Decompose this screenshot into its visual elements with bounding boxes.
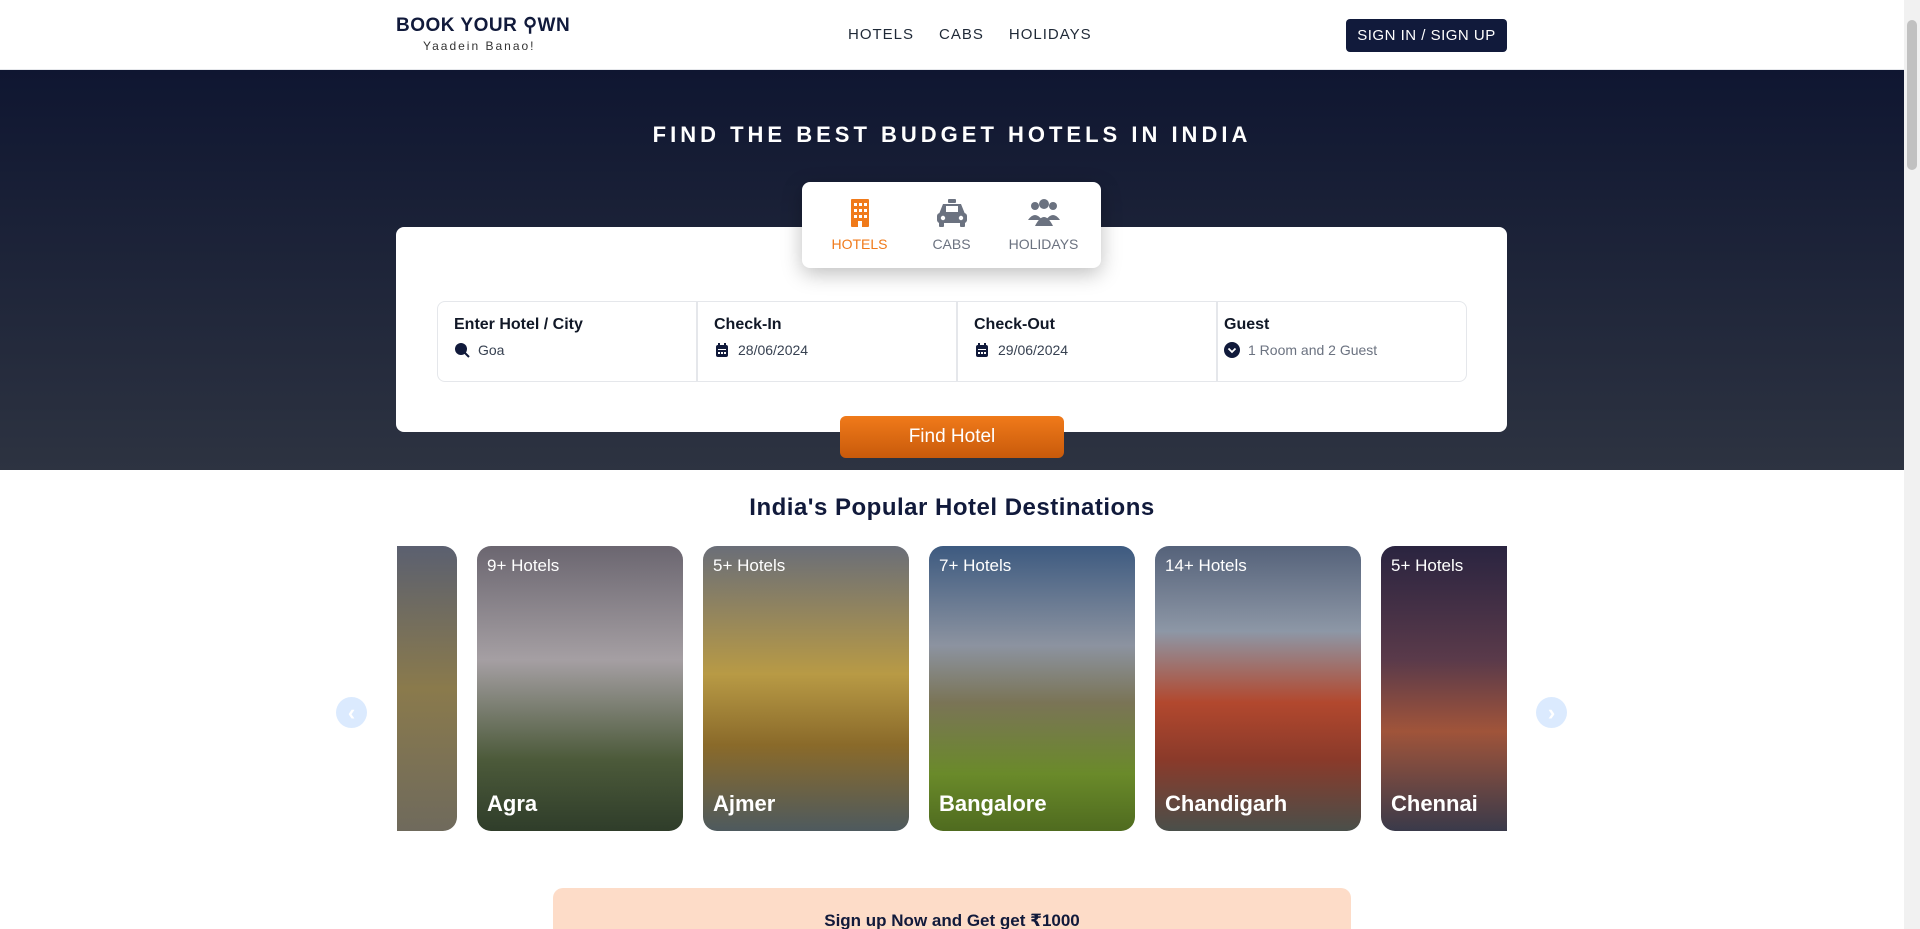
destination-name: Ajmer <box>713 791 776 816</box>
destination-count: 14+ Hotels <box>1165 556 1247 575</box>
destinations-carousel: 9+ Hotels Agra 5+ Hotels Ajmer 7+ Hotels… <box>397 546 1507 831</box>
location-field[interactable]: Enter Hotel / City Goa <box>438 302 698 381</box>
promo-text: Sign up Now and Get get ₹1000 <box>824 911 1080 929</box>
destination-card-ajmer[interactable]: 5+ Hotels Ajmer <box>703 546 909 831</box>
page-scrollbar[interactable] <box>1904 0 1920 929</box>
destination-card-chennai[interactable]: 5+ Hotels Chennai <box>1381 546 1507 831</box>
destination-count: 9+ Hotels <box>487 556 560 575</box>
destination-card-partial[interactable] <box>397 546 457 831</box>
search-icon <box>455 343 470 358</box>
tab-holidays[interactable]: HOLIDAYS <box>1009 196 1079 268</box>
location-value: Goa <box>478 342 505 358</box>
checkout-label: Check-Out <box>974 316 1055 333</box>
destination-name: Chandigarh <box>1165 791 1288 816</box>
destination-card-bangalore[interactable]: 7+ Hotels Bangalore <box>929 546 1135 831</box>
main-nav: HOTELS CABS HOLIDAYS <box>848 26 1092 43</box>
destination-count: 7+ Hotels <box>939 556 1012 575</box>
destination-card-agra[interactable]: 9+ Hotels Agra <box>477 546 683 831</box>
destination-name: Agra <box>487 791 538 816</box>
checkin-field[interactable]: Check-In 28/06/2024 <box>698 302 958 381</box>
location-label: Enter Hotel / City <box>454 316 583 333</box>
destination-count: 5+ Hotels <box>713 556 786 575</box>
destination-name: Bangalore <box>939 791 1047 816</box>
calendar-icon <box>716 343 728 357</box>
guest-value-row: 1 Room and 2 Guest <box>1224 342 1450 358</box>
tab-holidays-label: HOLIDAYS <box>1008 236 1079 252</box>
scrollbar-thumb[interactable] <box>1907 20 1917 170</box>
building-icon <box>850 199 869 227</box>
sign-in-button[interactable]: SIGN IN / SIGN UP <box>1346 19 1507 52</box>
tab-cabs[interactable]: CABS <box>917 196 987 268</box>
checkin-value: 28/06/2024 <box>738 342 809 358</box>
checkin-value-row: 28/06/2024 <box>714 342 940 358</box>
destination-card-chandigarh[interactable]: 14+ Hotels Chandigarh <box>1155 546 1361 831</box>
search-fields: Enter Hotel / City Goa Check-In 28/06/20… <box>437 301 1467 382</box>
destinations-title: India's Popular Hotel Destinations <box>749 494 1155 521</box>
logo[interactable]: BOOK YOUR ⚲WN Yaadein Banao! <box>396 14 570 53</box>
site-header: BOOK YOUR ⚲WN Yaadein Banao! HOTELS CABS… <box>0 0 1904 70</box>
nav-holidays[interactable]: HOLIDAYS <box>1009 26 1092 43</box>
calendar-icon <box>976 343 988 357</box>
logo-main-text: BOOK YOUR ⚲WN <box>396 15 571 36</box>
tab-hotels-label: HOTELS <box>831 236 888 252</box>
nav-cabs[interactable]: CABS <box>939 26 984 43</box>
checkout-value: 29/06/2024 <box>998 342 1069 358</box>
find-hotel-button[interactable]: Find Hotel <box>840 416 1064 458</box>
location-value-row: Goa <box>454 342 680 358</box>
destination-name: Chennai <box>1391 791 1478 816</box>
guest-label: Guest <box>1224 316 1270 333</box>
people-icon <box>1027 199 1060 226</box>
carousel-next-button[interactable]: › <box>1536 697 1567 728</box>
hero-title: FIND THE BEST BUDGET HOTELS IN INDIA <box>652 122 1252 147</box>
chevron-down-icon <box>1224 342 1240 358</box>
checkout-value-row: 29/06/2024 <box>974 342 1200 358</box>
guest-field[interactable]: Guest 1 Room and 2 Guest <box>1218 302 1466 381</box>
tab-cabs-label: CABS <box>932 236 971 252</box>
tab-hotels[interactable]: HOTELS <box>825 196 895 268</box>
signup-promo-banner[interactable]: Sign up Now and Get get ₹1000 <box>553 888 1351 929</box>
logo-tagline: Yaadein Banao! <box>423 39 536 53</box>
guest-value: 1 Room and 2 Guest <box>1248 342 1378 358</box>
destination-count: 5+ Hotels <box>1391 556 1464 575</box>
carousel-prev-button[interactable]: ‹ <box>336 697 367 728</box>
checkout-field[interactable]: Check-Out 29/06/2024 <box>958 302 1218 381</box>
taxi-icon <box>936 199 967 227</box>
booking-tabs: HOTELS CABS HOLIDAYS <box>802 182 1101 268</box>
nav-hotels[interactable]: HOTELS <box>848 26 914 43</box>
checkin-label: Check-In <box>714 316 782 333</box>
